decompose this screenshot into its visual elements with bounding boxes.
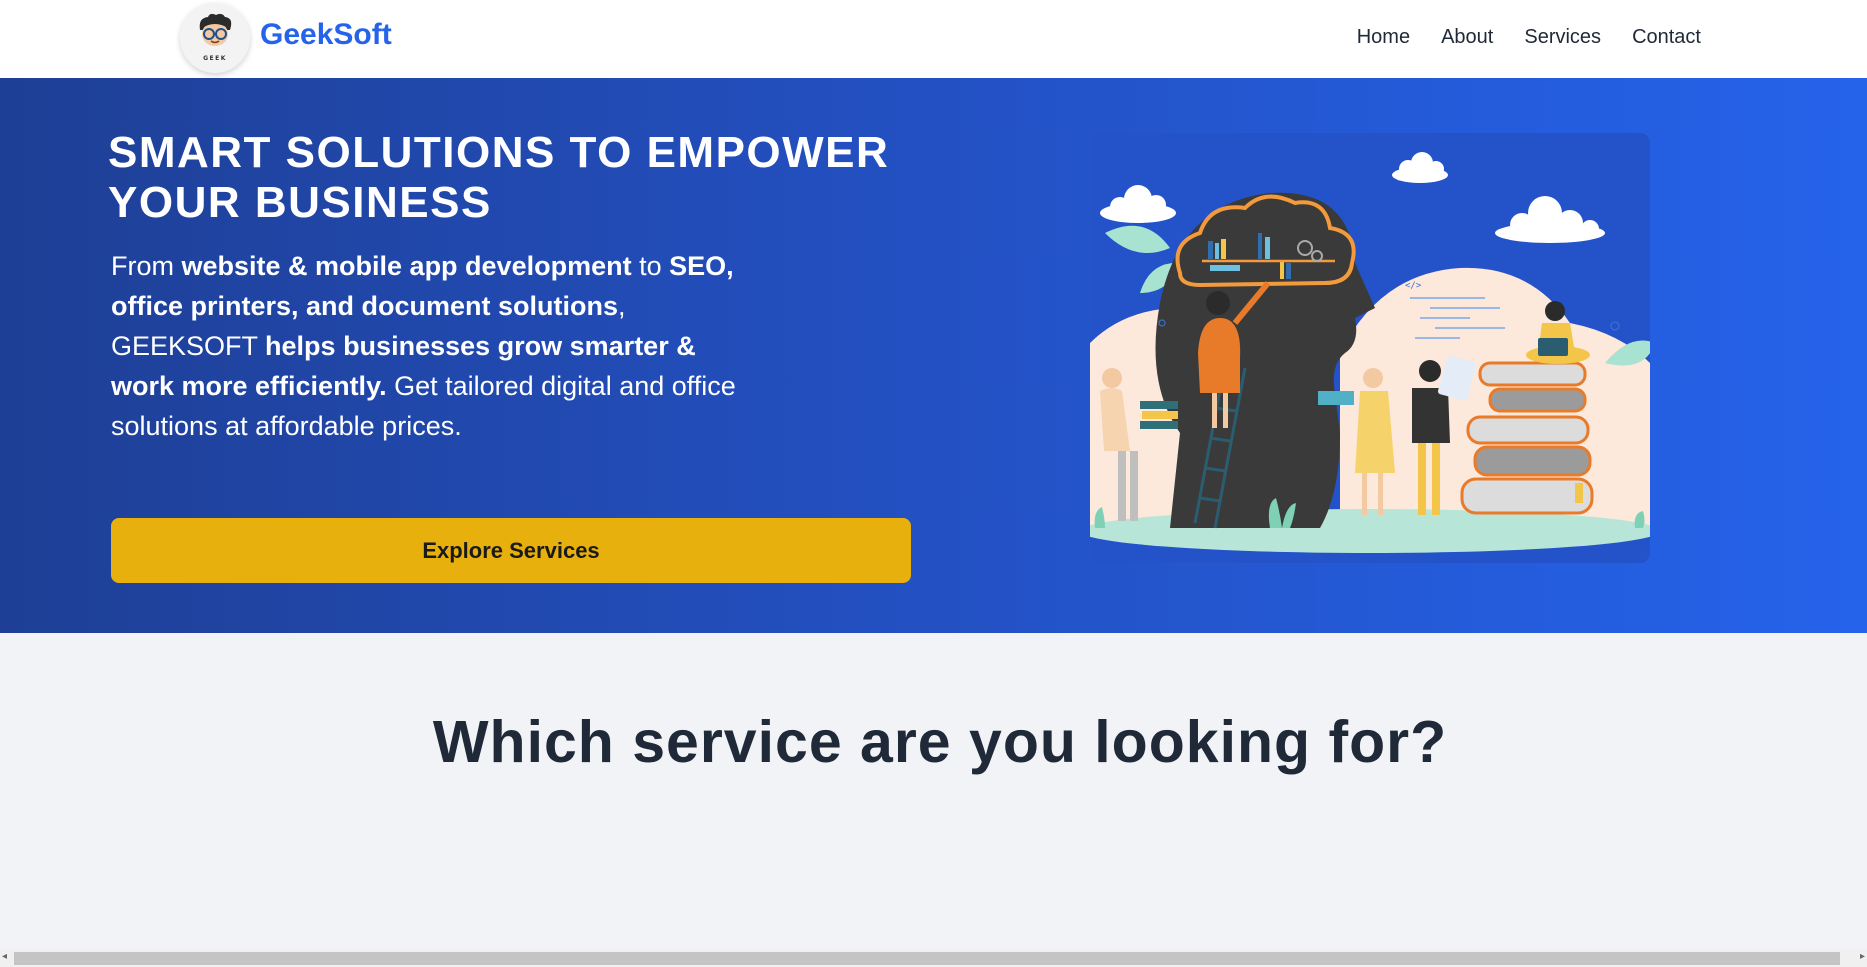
logo[interactable]: GEEK (180, 3, 250, 73)
hero-illustration: </> (1090, 133, 1650, 563)
main-nav: Home About Services Contact (1357, 26, 1701, 49)
geek-mascot-icon: GEEK (199, 13, 232, 62)
scroll-left-icon[interactable]: ◂ (2, 951, 7, 962)
hero-text-part-bold: website & mobile app development (181, 251, 632, 281)
site-header: GEEK GeekSoft Home About Services Contac… (0, 0, 1867, 78)
hero-text-part: From (111, 251, 182, 281)
logo-text: GEEK (203, 55, 227, 62)
hero-title: SMART SOLUTIONS TO EMPOWER YOUR BUSINESS (108, 128, 890, 227)
nav-services[interactable]: Services (1524, 26, 1601, 49)
nav-contact[interactable]: Contact (1632, 26, 1701, 49)
services-section-title: Which service are you looking for? (432, 709, 1448, 775)
hero-text-part: to (631, 251, 670, 281)
hero-description: From website & mobile app development to… (111, 246, 751, 446)
brand-name[interactable]: GeekSoft (260, 18, 392, 52)
nav-home[interactable]: Home (1357, 26, 1410, 49)
explore-services-button[interactable]: Explore Services (111, 518, 911, 583)
hero-section: SMART SOLUTIONS TO EMPOWER YOUR BUSINESS… (0, 78, 1867, 633)
nav-about[interactable]: About (1441, 26, 1493, 49)
horizontal-scrollbar[interactable]: ◂ ▸ (0, 949, 1867, 967)
scrollbar-thumb[interactable] (14, 952, 1840, 965)
code-snippet-text: </> (1405, 281, 1422, 291)
scroll-right-icon[interactable]: ▸ (1860, 951, 1865, 962)
